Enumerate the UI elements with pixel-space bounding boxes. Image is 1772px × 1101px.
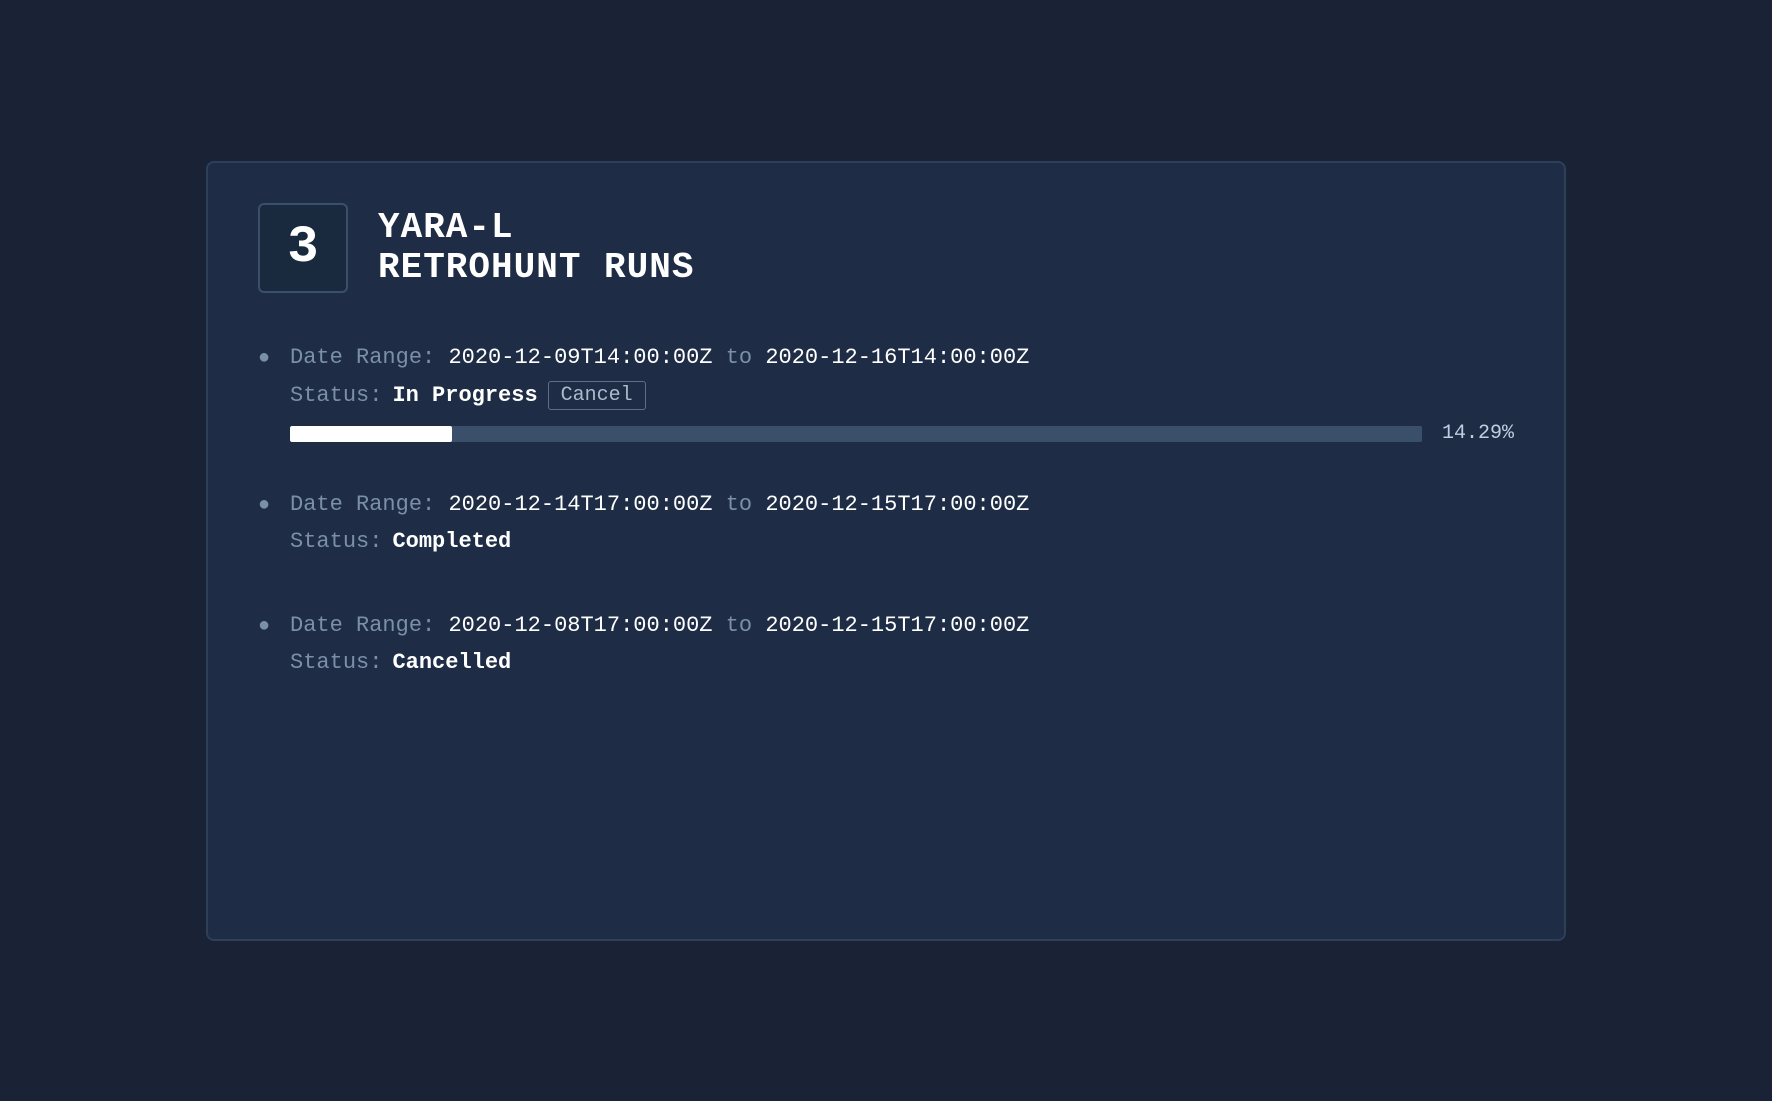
run-item: ● Date Range: 2020-12-08T17:00:00Z to 202… <box>258 611 1514 687</box>
status-line: Status: In Progress Cancel <box>290 381 1514 410</box>
date-range-end: 2020-12-15T17:00:00Z <box>765 613 1029 638</box>
runs-list: ● Date Range: 2020-12-09T14:00:00Z to 202… <box>258 343 1514 687</box>
bullet-icon: ● <box>258 494 270 517</box>
bullet-icon: ● <box>258 615 270 638</box>
status-value: Cancelled <box>392 650 511 675</box>
run-item: ● Date Range: 2020-12-09T14:00:00Z to 202… <box>258 343 1514 446</box>
status-label: Status: <box>290 383 382 408</box>
status-value: Completed <box>392 529 511 554</box>
date-range-label: Date Range: <box>290 345 448 370</box>
date-range-label: Date Range: <box>290 492 448 517</box>
date-range-line: Date Range: 2020-12-09T14:00:00Z to 2020… <box>290 343 1514 374</box>
date-range-end: 2020-12-16T14:00:00Z <box>765 345 1029 370</box>
date-range-start: 2020-12-14T17:00:00Z <box>448 492 725 517</box>
run-details: Date Range: 2020-12-09T14:00:00Z to 2020… <box>290 343 1514 446</box>
date-range-to: to <box>726 492 766 517</box>
date-range-label: Date Range: <box>290 613 448 638</box>
date-range-start: 2020-12-08T17:00:00Z <box>448 613 725 638</box>
status-label: Status: <box>290 529 382 554</box>
progress-text: 14.29% <box>1442 422 1514 445</box>
card-number: 3 <box>287 218 318 277</box>
date-range-start: 2020-12-09T14:00:00Z <box>448 345 725 370</box>
date-range-line: Date Range: 2020-12-08T17:00:00Z to 2020… <box>290 611 1514 642</box>
run-details: Date Range: 2020-12-08T17:00:00Z to 2020… <box>290 611 1514 687</box>
date-range-to: to <box>726 345 766 370</box>
status-line: Status: Completed <box>290 529 1514 554</box>
bullet-icon: ● <box>258 347 270 370</box>
date-range-end: 2020-12-15T17:00:00Z <box>765 492 1029 517</box>
title-line1: YARA-L <box>378 208 694 248</box>
title-line2: RETROHUNT RUNS <box>378 248 694 288</box>
run-details: Date Range: 2020-12-14T17:00:00Z to 2020… <box>290 490 1514 566</box>
number-box: 3 <box>258 203 348 293</box>
title-block: YARA-L RETROHUNT RUNS <box>378 208 694 287</box>
progress-container: 14.29% <box>290 422 1514 445</box>
status-label: Status: <box>290 650 382 675</box>
main-card: 3 YARA-L RETROHUNT RUNS ● Date Range: 202… <box>206 161 1566 941</box>
progress-bar-background <box>290 426 1422 442</box>
status-line: Status: Cancelled <box>290 650 1514 675</box>
run-item: ● Date Range: 2020-12-14T17:00:00Z to 202… <box>258 490 1514 566</box>
date-range-line: Date Range: 2020-12-14T17:00:00Z to 2020… <box>290 490 1514 521</box>
cancel-button[interactable]: Cancel <box>548 381 646 410</box>
date-range-to: to <box>726 613 766 638</box>
status-value: In Progress <box>392 383 537 408</box>
card-header: 3 YARA-L RETROHUNT RUNS <box>258 203 1514 293</box>
progress-bar-fill <box>290 426 452 442</box>
